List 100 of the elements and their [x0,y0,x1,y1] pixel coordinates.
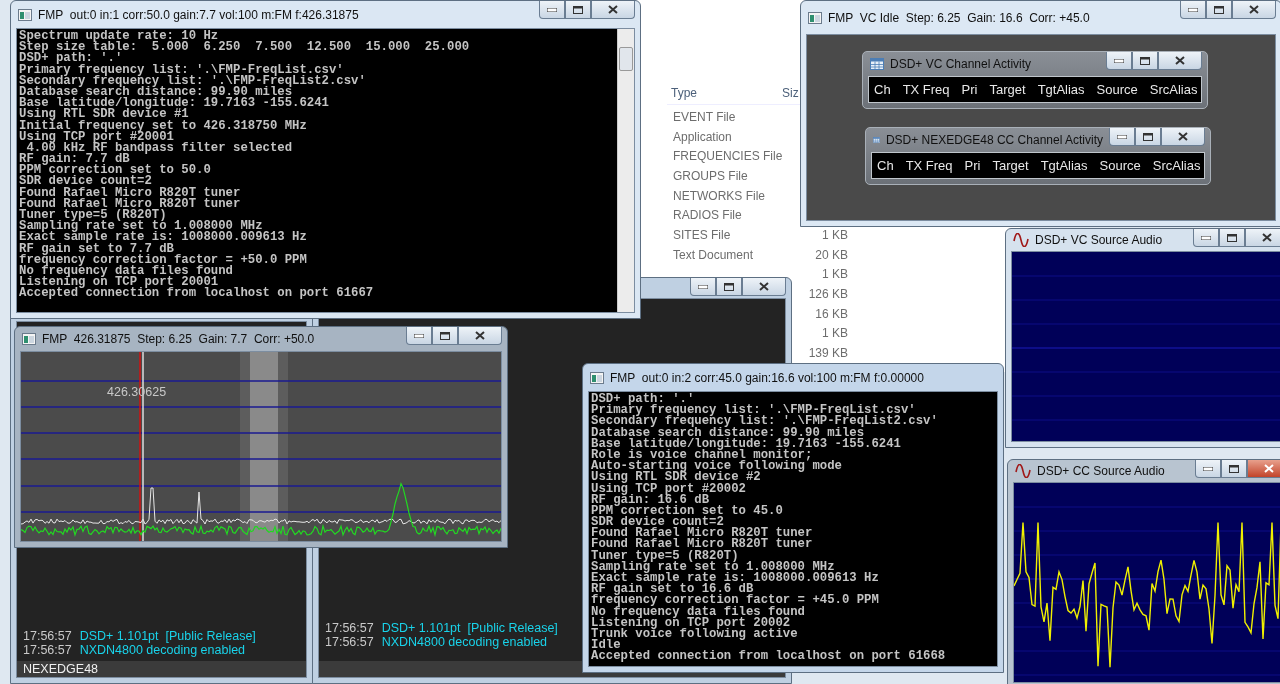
close-icon [1175,56,1185,65]
column-header: Source [1096,82,1138,97]
console-line: frequency correction factor = +45.0 PPM [591,595,880,607]
table-cell-text: 1 KB [821,227,848,242]
minimize-icon [1188,7,1198,12]
close-button[interactable] [591,1,635,19]
table-cell-text: 1 KB [821,267,848,282]
log-time: 17:56:57 [325,621,374,635]
window-title: DSD+ VC Channel Activity [890,57,1033,71]
window-title: FMP out:0 in:2 corr:45.0 gain:16.6 vol:100 m:FM f:0.00000 [610,370,925,385]
close-button[interactable] [1232,1,1276,19]
close-icon [1178,132,1188,141]
column-header[interactable]: Type [667,86,697,100]
column-header: TX Freq [902,82,950,97]
maximize-icon [1143,132,1153,141]
table-cell-text: EVENT File [672,109,737,124]
window-title: FMP out:0 in:1 corr:50.0 gain:7.7 vol:100 m:FM f:426.31875 [38,7,360,22]
minimize-icon [1201,235,1211,240]
table-cell-text: 139 KB [807,346,848,361]
console-line: Found Rafael Micro R820T tuner [19,198,242,210]
scroll-thumb[interactable] [619,47,633,71]
minimize-icon [1117,134,1127,139]
minimize-button[interactable] [1109,128,1135,146]
maximize-button[interactable] [1219,229,1245,247]
scrollbar[interactable] [617,29,634,312]
column-header: SrcAlias [1152,158,1201,173]
close-button[interactable] [1247,460,1280,478]
console-line: Base latitude/longitude: 19.7163 -155.6241 [591,438,902,450]
maximize-button[interactable] [1135,128,1161,146]
minimize-button[interactable] [1195,460,1221,478]
table-cell-text: GROUPS File [672,168,749,183]
minimize-button[interactable] [1106,52,1132,70]
minimize-icon [414,333,424,338]
log-time: 17:56:57 [325,635,374,649]
table-cell-text: Application [672,129,733,144]
window-title: FMP VC Idle Step: 6.25 Gain: 16.6 Corr: +45.0 [828,10,1091,25]
console-line: DSD+ path: '.' [19,53,123,65]
minimize-icon [698,284,708,289]
table-cell-text: SITES File [672,227,732,242]
close-icon [475,331,485,340]
column-header: Pri [964,158,981,173]
maximize-button[interactable] [1221,460,1247,478]
column-header: TgtAlias [1037,82,1085,97]
table-cell-text: RADIOS File [672,208,743,223]
column-header: TX Freq [905,158,953,173]
console-line: Secondary frequency list: '.\FMP-FreqList2.csv' [19,75,367,87]
close-button[interactable] [742,278,786,296]
minimize-button[interactable] [690,278,716,296]
maximize-button[interactable] [1206,1,1232,19]
column-header: Source [1099,158,1141,173]
maximize-icon [724,282,734,291]
maximize-button[interactable] [1132,52,1158,70]
minimize-button[interactable] [539,1,565,19]
console-line: Found Rafael Micro R820T tuner [19,187,242,199]
column-header: Target [992,158,1029,173]
maximize-icon [1214,5,1224,14]
column-header: Target [989,82,1026,97]
log-time: 17:56:57 [23,643,72,657]
window-title: FMP 426.31875 Step: 6.25 Gain: 7.7 Corr: +50.0 [42,332,316,346]
console-line: Listening on TCP port 20002 [591,617,791,629]
log-message: NXDN4800 decoding enabled [381,635,548,649]
close-icon [608,5,618,14]
minimize-button[interactable] [1180,1,1206,19]
maximize-button[interactable] [432,327,458,345]
console-line: Using TCP port #20001 [19,131,175,143]
console-line: Accepted connection from localhost on port 61668 [591,651,947,663]
console-line: SDR device count=2 [19,176,153,188]
minimize-icon [1114,58,1124,63]
app-icon [18,8,32,21]
column-header: SrcAlias [1149,82,1198,97]
log-message: NXDN4800 decoding enabled [79,643,246,657]
console-line: Sampling rate set to 1.008000 MHz [591,561,835,573]
console-line: Exact sample rate is: 1008000.009613 Hz [19,232,308,244]
maximize-icon [1140,56,1150,65]
console-line: Using RTL SDR device #2 [591,472,761,484]
console-line: Primary frequency list: '.\FMP-FreqList.csv' [19,64,344,76]
maximize-button[interactable] [565,1,591,19]
column-header: Pri [961,82,978,97]
close-button[interactable] [1161,128,1205,146]
app-icon [808,11,822,24]
log-message: DSD+ 1.101pt [Public Release] [381,621,558,635]
maximize-icon [440,331,450,340]
console-line: Accepted connection from localhost on port 61667 [19,288,375,300]
minimize-button[interactable] [1193,229,1219,247]
console-line: Using TCP port #20002 [591,483,747,495]
app-icon [590,371,604,384]
table-cell-text: Text Document [672,247,755,262]
close-button[interactable] [1245,229,1280,247]
console-line: frequency correction factor = +50.0 PPM [19,254,308,266]
maximize-button[interactable] [716,278,742,296]
table-cell-text: 1 KB [821,326,848,341]
minimize-button[interactable] [406,327,432,345]
column-header[interactable]: Siz [778,86,799,100]
close-button[interactable] [1158,52,1202,70]
window-title: DSD+ NEXEDGE48 CC Channel Activity [885,133,1103,147]
column-header: Ch [877,158,894,173]
close-button[interactable] [458,327,502,345]
minimize-icon [547,7,557,12]
column-header: TgtAlias [1040,158,1088,173]
console-line: Initial frequency set to 426.318750 MHz [19,120,308,132]
